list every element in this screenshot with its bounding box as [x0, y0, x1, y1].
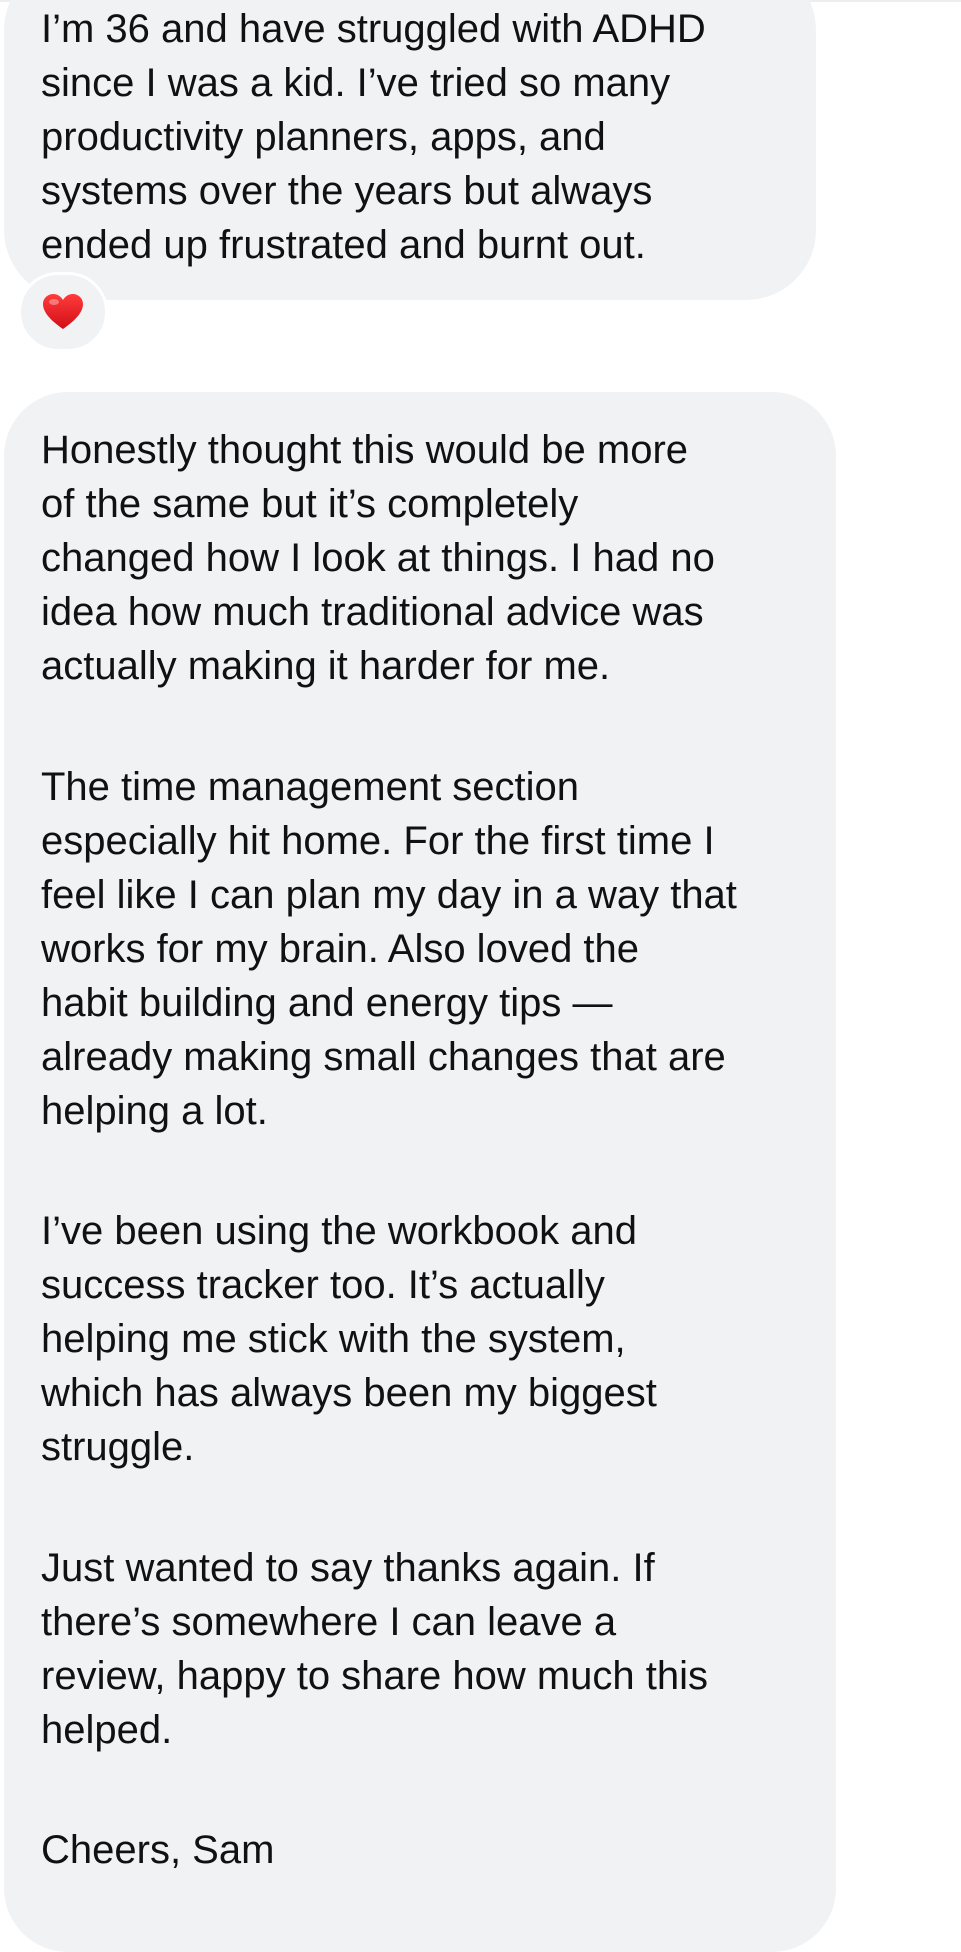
red-heart-icon [42, 293, 84, 331]
message-text: I’m 36 and have struggled with ADHD sinc… [41, 7, 706, 267]
message-paragraph: The time management section especially h… [41, 765, 737, 1133]
message-paragraph: Honestly thought this would be more of t… [41, 428, 715, 688]
message-reaction[interactable] [18, 272, 108, 352]
message-signoff: Cheers, Sam [41, 1828, 275, 1872]
message-paragraph: Just wanted to say thanks again. If ther… [41, 1546, 709, 1752]
message-paragraph: I’ve been using the workbook and success… [41, 1209, 657, 1469]
